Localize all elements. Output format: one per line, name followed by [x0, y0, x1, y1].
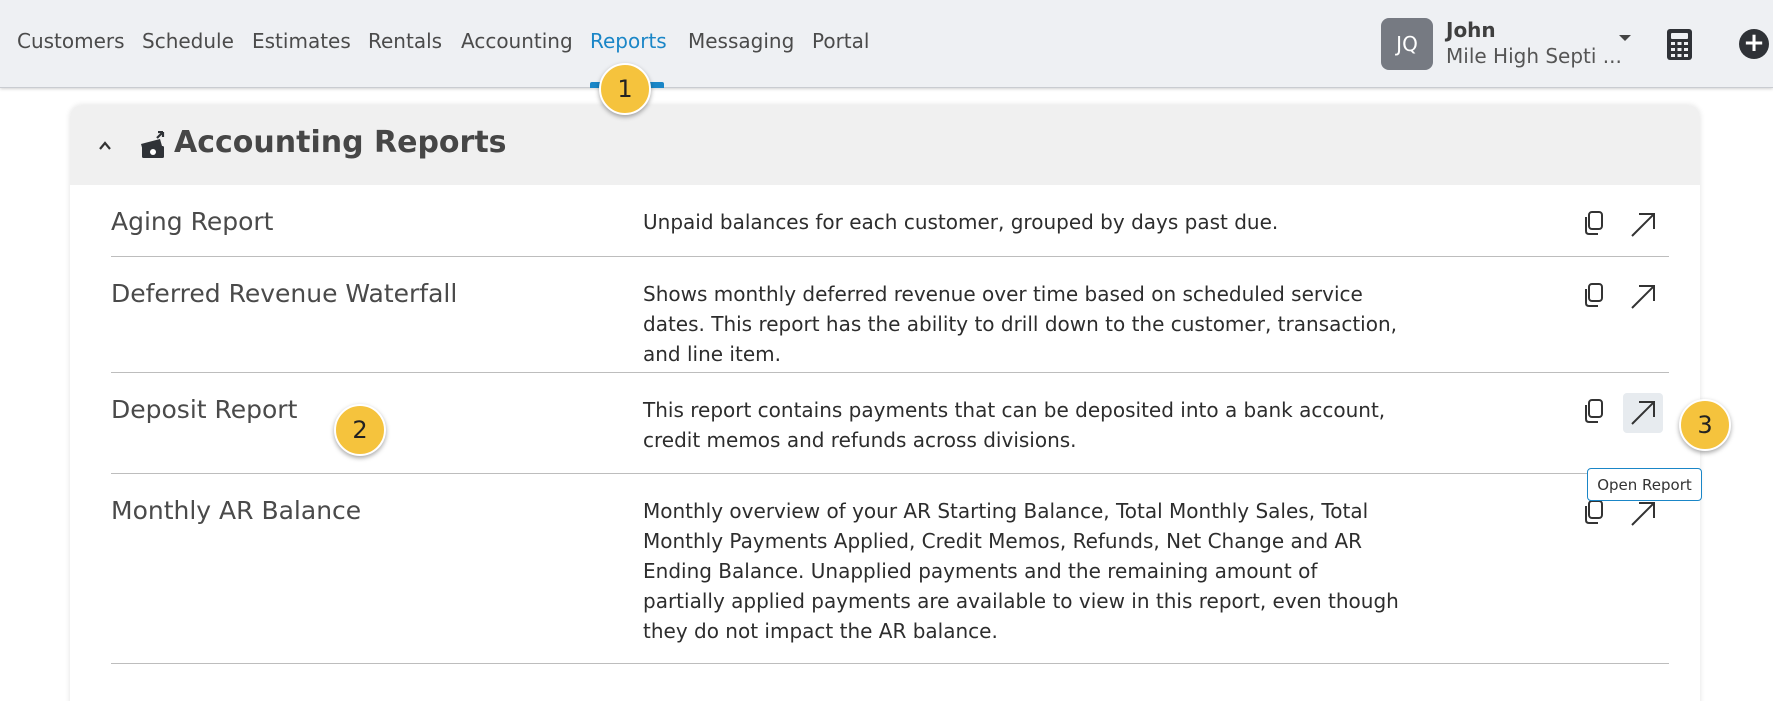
nav-messaging[interactable]: Messaging: [688, 29, 794, 53]
nav-customers[interactable]: Customers: [17, 29, 125, 53]
open-report-button[interactable]: [1623, 277, 1663, 317]
chevron-down-icon[interactable]: [1619, 35, 1631, 41]
user-name[interactable]: John: [1446, 18, 1496, 42]
report-name[interactable]: Monthly AR Balance: [111, 496, 361, 525]
step-marker-2: 2: [334, 404, 386, 456]
nav-estimates[interactable]: Estimates: [252, 29, 351, 53]
report-description: Monthly overview of your AR Starting Bal…: [643, 499, 1399, 643]
arrow-up-right-icon: [1631, 401, 1655, 425]
accounting-reports-card: Accounting Reports Aging Report Unpaid b…: [70, 105, 1700, 701]
section-header[interactable]: Accounting Reports: [70, 105, 1700, 185]
user-organization[interactable]: Mile High Septi ...: [1446, 44, 1622, 68]
report-row-aging: Aging Report Unpaid balances for each cu…: [111, 185, 1669, 257]
nav-schedule[interactable]: Schedule: [142, 29, 234, 53]
open-report-tooltip: Open Report: [1587, 468, 1702, 501]
avatar[interactable]: JQ: [1381, 18, 1433, 70]
report-description: This report contains payments that can b…: [643, 398, 1386, 452]
plus-circle-icon[interactable]: +: [1739, 29, 1769, 59]
money-icon: [141, 131, 165, 158]
copy-icon[interactable]: [1580, 281, 1608, 309]
report-description: Unpaid balances for each customer, group…: [643, 210, 1279, 234]
report-name[interactable]: Aging Report: [111, 207, 273, 236]
arrow-up-right-icon: [1631, 502, 1655, 526]
arrow-up-right-icon: [1631, 285, 1655, 309]
copy-icon[interactable]: [1580, 498, 1608, 526]
copy-icon[interactable]: [1580, 209, 1608, 237]
step-marker-1: 1: [599, 63, 651, 115]
report-name[interactable]: Deposit Report: [111, 395, 297, 424]
nav-reports[interactable]: Reports: [590, 29, 667, 53]
copy-icon[interactable]: [1580, 397, 1608, 425]
nav-portal[interactable]: Portal: [812, 29, 869, 53]
arrow-up-right-icon: [1631, 213, 1655, 237]
report-row-monthly-ar: Monthly AR Balance Monthly overview of y…: [111, 474, 1669, 664]
section-title: Accounting Reports: [174, 125, 507, 160]
open-report-button[interactable]: [1623, 205, 1663, 245]
chevron-up-icon[interactable]: [98, 139, 112, 153]
report-row-deferred-revenue: Deferred Revenue Waterfall Shows monthly…: [111, 257, 1669, 373]
open-report-button[interactable]: [1623, 393, 1663, 433]
calculator-icon[interactable]: [1667, 29, 1692, 60]
report-name[interactable]: Deferred Revenue Waterfall: [111, 279, 457, 308]
report-description: Shows monthly deferred revenue over time…: [643, 282, 1397, 366]
top-navigation-bar: Customers Schedule Estimates Rentals Acc…: [0, 0, 1773, 88]
nav-rentals[interactable]: Rentals: [368, 29, 442, 53]
nav-accounting[interactable]: Accounting: [461, 29, 573, 53]
step-marker-3: 3: [1679, 399, 1731, 451]
